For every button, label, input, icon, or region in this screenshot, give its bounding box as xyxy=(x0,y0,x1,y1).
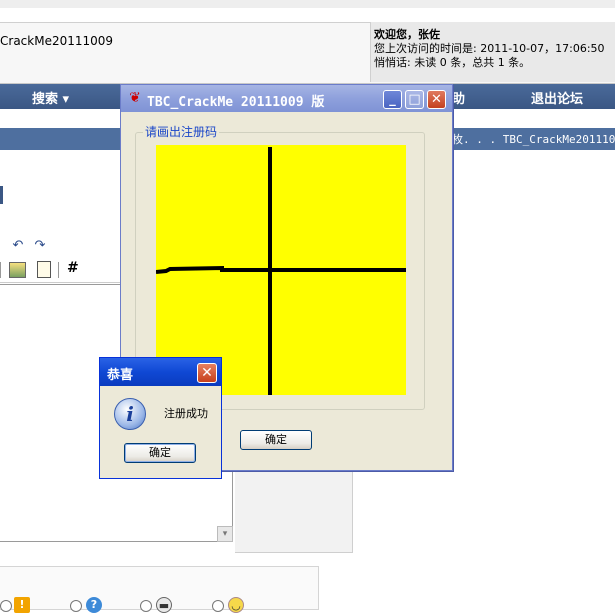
undo-icon[interactable]: ↶ xyxy=(10,238,26,254)
dialog-close-button[interactable]: ✕ xyxy=(197,363,217,383)
question-smiley-icon: ? xyxy=(86,597,102,613)
last-visit-text: 您上次访问的时间是: 2011-10-07，17:06:50 xyxy=(374,42,605,55)
nav-logout[interactable]: 退出论坛 xyxy=(531,88,583,107)
dialog-titlebar[interactable]: 恭喜 ✕ xyxy=(100,358,221,386)
side-panel xyxy=(235,470,353,553)
nav-search[interactable]: 搜索 ▾ xyxy=(32,88,69,107)
scroll-down-icon[interactable]: ▾ xyxy=(217,526,233,542)
crackme-titlebar[interactable]: ❦ TBC_CrackMe 20111009 版 _ □ ✕ xyxy=(121,85,452,112)
top-strip xyxy=(0,0,615,8)
cool-smiley-icon: ▬ xyxy=(156,597,172,613)
nav-help[interactable]: 助 xyxy=(452,88,465,107)
image-icon[interactable] xyxy=(9,262,26,278)
welcome-line: 欢迎您，张佐 xyxy=(374,28,440,41)
crackme-ok-button[interactable]: 确定 xyxy=(240,430,312,450)
dialog-title: 恭喜 xyxy=(107,368,134,383)
close-button[interactable]: ✕ xyxy=(427,90,446,109)
close-icon: ✕ xyxy=(201,365,213,381)
breadcrumb[interactable]: 枚. . . TBC_CrackMe20111009 xyxy=(452,131,615,147)
smiley-radio[interactable] xyxy=(0,600,12,612)
close-icon: ✕ xyxy=(431,92,442,107)
crackme-title: TBC_CrackMe 20111009 版 xyxy=(147,95,325,110)
left-edge-marker xyxy=(0,186,3,204)
document-icon[interactable] xyxy=(37,261,51,278)
smiley-radio[interactable] xyxy=(212,600,224,612)
smiley-radio[interactable] xyxy=(70,600,82,612)
info-icon: i xyxy=(114,398,146,430)
warning-smiley-icon: ! xyxy=(14,597,30,613)
horizontal-stroke xyxy=(155,265,406,274)
maximize-icon: □ xyxy=(408,92,421,107)
forum-thread-title: CrackMe20111009 xyxy=(0,34,114,48)
welcome-block: 欢迎您，张佐 您上次访问的时间是: 2011-10-07，17:06:50 悄悄… xyxy=(374,28,605,70)
toolbar-divider xyxy=(0,262,1,278)
redo-icon[interactable]: ↷ xyxy=(32,238,48,254)
smiley-radio[interactable] xyxy=(140,600,152,612)
draw-group-label: 请画出注册码 xyxy=(143,123,220,140)
editor-toolbar-row2: # xyxy=(0,258,120,283)
smile-smiley-icon: ◡ xyxy=(228,597,244,613)
success-dialog: 恭喜 ✕ i 注册成功 确定 xyxy=(99,357,222,479)
dialog-message: 注册成功 xyxy=(164,407,208,420)
minimize-icon: _ xyxy=(389,92,396,107)
dialog-ok-button[interactable]: 确定 xyxy=(124,443,196,463)
hash-icon[interactable]: # xyxy=(67,260,79,276)
app-icon: ❦ xyxy=(129,90,141,106)
whisper-text[interactable]: 悄悄话: 未读 0 条，总共 1 条。 xyxy=(374,56,605,70)
editor-toolbar-row1: ↶ ↷ xyxy=(0,238,120,256)
minimize-button[interactable]: _ xyxy=(383,90,402,109)
toolbar-divider xyxy=(58,262,59,278)
maximize-button[interactable]: □ xyxy=(405,90,424,109)
